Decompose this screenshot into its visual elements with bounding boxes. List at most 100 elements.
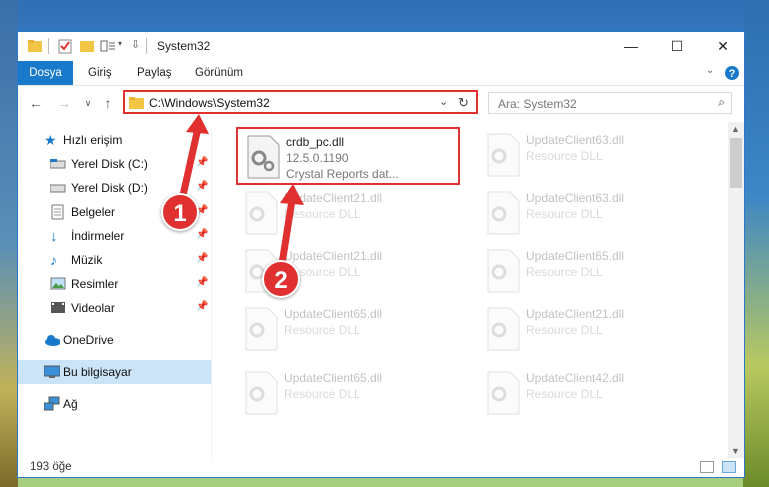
file-name: UpdateClient63.dll <box>526 191 625 205</box>
search-input[interactable]: Ara: System32 ⌕ <box>488 92 732 114</box>
pin-icon: 📌 <box>196 157 209 168</box>
pin-icon: 📌 <box>196 277 209 288</box>
file-item[interactable]: UpdateClient21.dll Resource DLL <box>478 301 702 359</box>
sidebar-item-disk-c[interactable]: Yerel Disk (C:) 📌 <box>18 152 211 176</box>
file-item-crdb-pc[interactable]: crdb_pc.dll 12.5.0.1190 Crystal Reports … <box>236 127 460 185</box>
desktop-wallpaper-left <box>0 0 18 487</box>
tab-dosya[interactable]: Dosya <box>18 61 73 85</box>
sidebar-item-label: Videolar <box>71 301 115 315</box>
file-name: crdb_pc.dll <box>286 135 345 149</box>
address-dropdown-icon[interactable]: ⌄ <box>439 95 448 108</box>
close-button[interactable]: ✕ <box>700 32 744 60</box>
large-icons-view-icon[interactable] <box>722 461 736 473</box>
window-title: System32 <box>157 39 211 53</box>
sidebar-item-onedrive[interactable]: OneDrive <box>18 328 211 352</box>
star-icon: ★ <box>44 132 57 148</box>
file-item[interactable]: UpdateClient65.dll Resource DLL <box>236 301 460 359</box>
scroll-thumb[interactable] <box>730 138 742 188</box>
folder-icon <box>129 97 144 109</box>
file-version: 12.5.0.1190 <box>286 151 349 165</box>
disk-icon <box>50 184 66 193</box>
status-bar: 193 öğe <box>18 458 744 477</box>
search-placeholder: Ara: System32 <box>498 97 577 111</box>
file-item[interactable]: UpdateClient21.dll Resource DLL <box>236 185 460 243</box>
maximize-button[interactable]: ☐ <box>654 32 700 60</box>
details-view-icon[interactable] <box>700 461 714 473</box>
navigation-pane: ★ Hızlı erişim Yerel Disk (C:) 📌 Yerel D… <box>18 128 211 458</box>
file-description: Resource DLL <box>284 387 361 401</box>
file-item[interactable]: UpdateClient63.dll Resource DLL <box>478 127 702 185</box>
tab-paylas[interactable]: Paylaş <box>137 61 172 85</box>
toolbar-divider <box>146 38 147 54</box>
file-name: UpdateClient42.dll <box>526 371 625 385</box>
pictures-icon <box>50 277 66 290</box>
file-name: UpdateClient21.dll <box>284 249 383 263</box>
chevron-down-icon[interactable]: ▾ <box>118 39 122 55</box>
sidebar-item-videos[interactable]: Videolar 📌 <box>18 296 211 320</box>
file-description: Resource DLL <box>526 207 603 221</box>
file-item[interactable]: UpdateClient65.dll Resource DLL <box>236 365 460 423</box>
tab-giris[interactable]: Giriş <box>88 61 112 85</box>
sidebar-item-this-pc[interactable]: Bu bilgisayar <box>18 360 211 384</box>
file-description: Resource DLL <box>284 323 361 337</box>
file-description: Crystal Reports dat... <box>286 167 399 181</box>
file-item[interactable]: UpdateClient65.dll Resource DLL <box>478 243 702 301</box>
dll-file-icon <box>247 135 280 179</box>
explorer-window: ▾ ⇩ System32 — ☐ ✕ Dosya Giriş Paylaş Gö… <box>17 31 745 478</box>
file-description: Resource DLL <box>526 323 603 337</box>
minimize-button[interactable]: — <box>608 32 654 60</box>
refresh-icon[interactable]: ↻ <box>458 95 469 111</box>
download-icon: ↓ <box>50 228 58 245</box>
documents-icon <box>51 204 64 220</box>
sidebar-item-quick-access[interactable]: ★ Hızlı erişim <box>18 128 211 152</box>
dll-file-icon <box>487 133 520 177</box>
file-name: UpdateClient21.dll <box>526 307 625 321</box>
scroll-down-icon[interactable]: ▼ <box>731 446 740 456</box>
file-name: UpdateClient63.dll <box>526 133 625 147</box>
sidebar-item-label: İndirmeler <box>71 229 125 243</box>
disk-icon <box>50 159 66 169</box>
file-item[interactable]: UpdateClient42.dll Resource DLL <box>478 365 702 423</box>
pin-icon: 📌 <box>196 181 209 192</box>
sidebar-item-pictures[interactable]: Resimler 📌 <box>18 272 211 296</box>
file-name: UpdateClient65.dll <box>284 307 383 321</box>
svg-text:?: ? <box>729 68 736 80</box>
dll-file-icon <box>245 307 278 351</box>
sidebar-item-label: Hızlı erişim <box>63 133 123 147</box>
scroll-up-icon[interactable]: ▲ <box>731 124 740 134</box>
sidebar-item-music[interactable]: ♪ Müzik 📌 <box>18 248 211 272</box>
help-icon[interactable]: ? <box>724 65 740 81</box>
file-name: UpdateClient21.dll <box>284 191 383 205</box>
recent-locations-icon[interactable]: ∨ <box>80 95 96 111</box>
file-description: Resource DLL <box>284 207 361 221</box>
sidebar-item-label: Müzik <box>71 253 103 267</box>
file-item[interactable]: UpdateClient63.dll Resource DLL <box>478 185 702 243</box>
step-badge-1: 1 <box>161 193 199 231</box>
pin-icon: 📌 <box>196 253 209 264</box>
tab-gorunum[interactable]: Görünüm <box>195 61 243 85</box>
up-arrow-icon[interactable]: ↑ <box>100 95 116 111</box>
quick-access-dropdown-icon[interactable]: ⇩ <box>131 38 140 54</box>
back-arrow-icon[interactable]: ← <box>28 95 44 111</box>
music-icon: ♪ <box>50 252 57 268</box>
computer-icon <box>44 365 60 378</box>
sidebar-item-label: Yerel Disk (D:) <box>71 181 148 195</box>
sidebar-item-label: Resimler <box>71 277 119 291</box>
sidebar-item-label: OneDrive <box>63 333 114 347</box>
file-description: Resource DLL <box>526 387 603 401</box>
step-badge-2: 2 <box>262 260 300 298</box>
folder-icon <box>28 40 42 52</box>
new-folder-icon[interactable] <box>80 38 94 54</box>
dll-file-icon <box>245 191 278 235</box>
address-row: ← → ∨ ↑ C:\Windows\System32 ⌄ ↻ Ara: Sys… <box>18 87 744 119</box>
customize-icon[interactable] <box>100 38 116 54</box>
address-bar[interactable]: C:\Windows\System32 ⌄ <box>123 90 478 114</box>
sidebar-item-network[interactable]: Ağ <box>18 392 211 416</box>
pane-divider <box>211 128 212 458</box>
forward-arrow-icon[interactable]: → <box>56 95 72 111</box>
network-icon <box>44 396 60 411</box>
desktop-wallpaper-right <box>743 0 769 487</box>
vertical-scrollbar[interactable]: ▲ ▼ <box>728 122 744 458</box>
properties-icon[interactable] <box>58 38 72 54</box>
ribbon-expand-icon[interactable]: ⌄ <box>706 65 714 76</box>
